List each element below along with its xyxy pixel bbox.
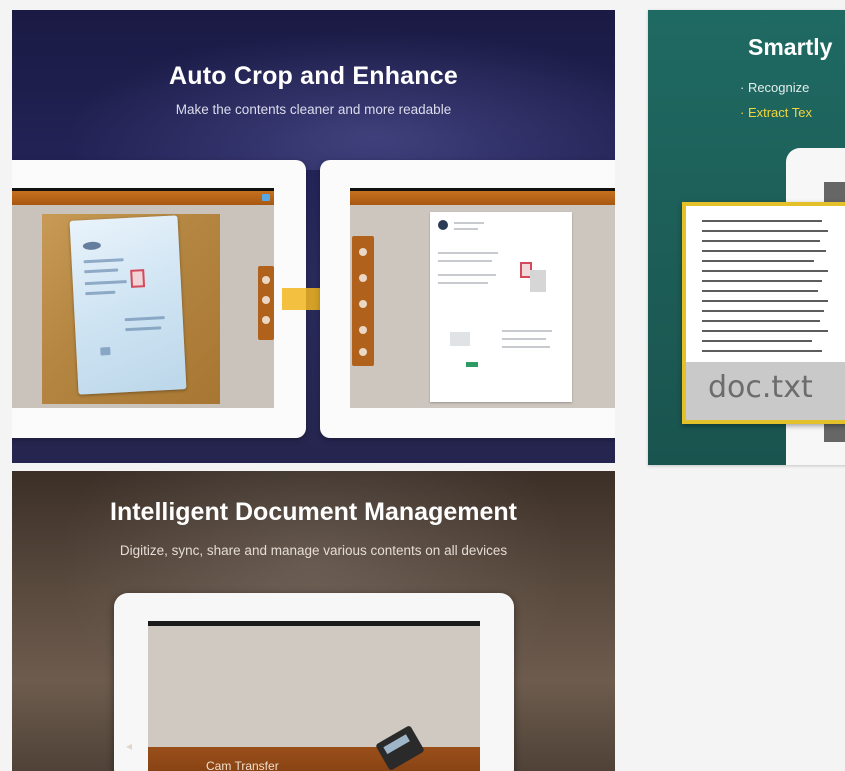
auto-crop-card[interactable]: Auto Crop and Enhance Make the contents … (12, 10, 615, 463)
tablet-management-screen: Cam Transfer (148, 621, 480, 771)
rotate-icon[interactable] (359, 248, 367, 256)
tablet-after-screen (350, 188, 615, 408)
tablet-after (320, 160, 615, 438)
smart-ocr-card[interactable]: Smartly · Recognize · Extract Tex doc.tx… (648, 10, 845, 465)
rotate-icon[interactable] (262, 276, 270, 284)
tablet-before-screen (12, 188, 274, 408)
document-management-card[interactable]: Intelligent Document Management Digitize… (12, 471, 615, 771)
text-document: doc.txt (682, 202, 845, 424)
smart-ocr-bullet-recognize: · Recognize (740, 80, 810, 95)
auto-crop-subtitle: Make the contents cleaner and more reada… (175, 102, 452, 117)
enhance-icon[interactable] (262, 316, 270, 324)
tablet-before (12, 160, 306, 438)
app-toolbar-after (350, 191, 615, 205)
file-name: doc.txt (708, 370, 813, 405)
smart-ocr-title: Smartly (748, 34, 833, 60)
app-toolbar (12, 191, 274, 205)
document-management-subtitle: Digitize, sync, share and manage various… (119, 543, 508, 558)
file-name-label: doc.txt (686, 362, 845, 420)
filter-icon[interactable] (359, 326, 367, 334)
crop-icon[interactable] (262, 296, 270, 304)
enhance-icon[interactable] (359, 300, 367, 308)
crop-icon[interactable] (359, 274, 367, 282)
auto-crop-title: Auto Crop and Enhance (169, 62, 458, 90)
screen-caption: Cam Transfer (206, 759, 279, 771)
done-icon (262, 194, 270, 201)
edit-toolbar[interactable] (258, 266, 274, 340)
save-icon[interactable] (359, 348, 367, 356)
captured-document-photo (69, 215, 187, 395)
chevron-left-icon[interactable]: ◂ (126, 739, 132, 753)
document-management-title: Intelligent Document Management (110, 498, 517, 526)
smart-ocr-bullet-extract: · Extract Tex (740, 105, 813, 120)
enhanced-document (430, 212, 572, 402)
tablet-management: Cam Transfer (114, 593, 514, 771)
edit-toolbar-after[interactable] (352, 236, 374, 366)
screenshots-gallery: Auto Crop and Enhance Make the contents … (0, 0, 845, 771)
